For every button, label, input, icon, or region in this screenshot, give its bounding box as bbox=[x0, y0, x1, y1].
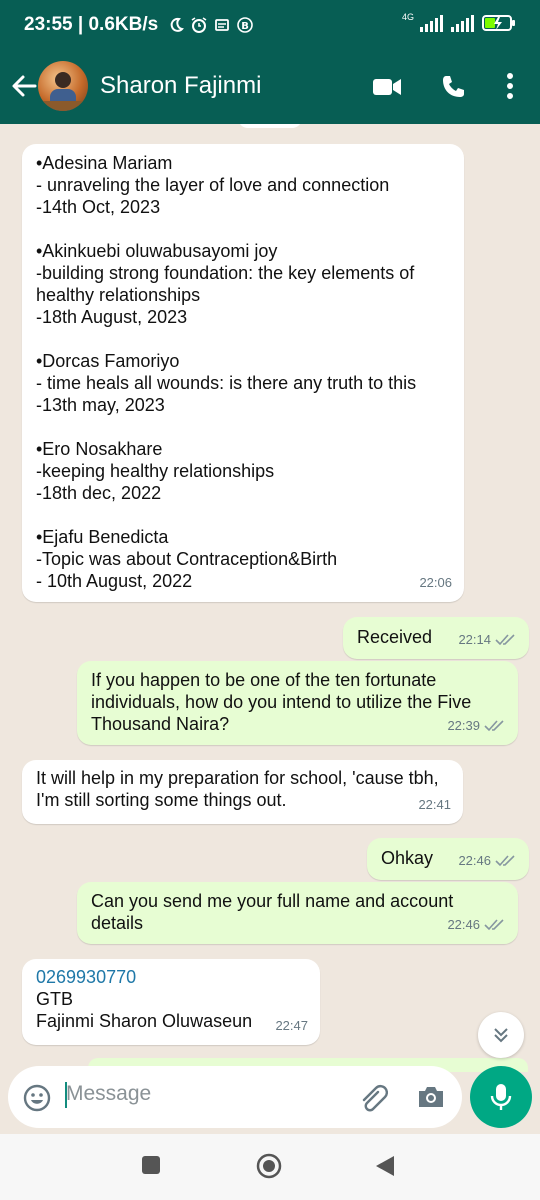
camera-icon[interactable] bbox=[416, 1083, 446, 1111]
message-time: 22:39 bbox=[447, 718, 480, 733]
status-bar: 23:55 | 0.6KB/s B 4G bbox=[0, 0, 540, 52]
status-time-speed: 23:55 | 0.6KB/s bbox=[24, 14, 159, 35]
message-time: 22:46 bbox=[458, 853, 491, 868]
recents-icon[interactable] bbox=[140, 1154, 162, 1176]
read-ticks-icon bbox=[495, 855, 515, 867]
read-ticks-icon bbox=[484, 720, 504, 732]
paperclip-icon[interactable] bbox=[356, 1082, 388, 1114]
message-composer[interactable]: Message bbox=[8, 1066, 462, 1128]
microphone-button[interactable] bbox=[470, 1066, 532, 1128]
message-text: Can you send me your full name and accou… bbox=[91, 891, 459, 933]
bank-name: GTB bbox=[36, 989, 74, 1009]
moon-icon bbox=[170, 17, 185, 32]
outgoing-message[interactable]: Ohkay 22:46 bbox=[367, 838, 529, 880]
emoji-icon[interactable] bbox=[22, 1083, 52, 1113]
incoming-message[interactable]: 0269930770 GTB Fajinmi Sharon Oluwaseun … bbox=[22, 959, 320, 1045]
b-badge-icon: B bbox=[237, 17, 253, 33]
outgoing-message[interactable]: Can you send me your full name and accou… bbox=[77, 882, 518, 944]
more-vert-icon[interactable] bbox=[504, 72, 516, 100]
phone-number-link[interactable]: 0269930770 bbox=[36, 966, 306, 988]
back-nav-icon[interactable] bbox=[374, 1154, 396, 1178]
message-text: •Adesina Mariam - unraveling the layer o… bbox=[36, 153, 417, 591]
battery-icon bbox=[482, 15, 515, 31]
outgoing-message[interactable]: Received 22:14 bbox=[343, 617, 529, 659]
home-icon[interactable] bbox=[255, 1152, 283, 1180]
chevron-double-down-icon bbox=[494, 1028, 508, 1043]
message-time: 22:14 bbox=[458, 632, 491, 647]
account-holder-name: Fajinmi Sharon Oluwaseun bbox=[36, 1011, 253, 1031]
message-time: 22:46 bbox=[447, 917, 480, 932]
contact-name[interactable]: Sharon Fajinmi bbox=[100, 72, 261, 100]
signal-icon bbox=[420, 14, 443, 32]
read-ticks-icon bbox=[495, 634, 515, 646]
video-camera-icon[interactable] bbox=[372, 76, 402, 98]
alarm-icon bbox=[191, 17, 207, 33]
system-navigation-bar bbox=[0, 1134, 540, 1200]
message-text: If you happen to be one of the ten fortu… bbox=[91, 670, 476, 734]
message-time: 22:47 bbox=[275, 1018, 308, 1033]
scroll-to-bottom-button[interactable] bbox=[478, 1012, 524, 1058]
microphone-icon bbox=[490, 1084, 512, 1110]
avatar[interactable] bbox=[38, 61, 88, 111]
svg-text:B: B bbox=[241, 21, 249, 32]
read-ticks-icon bbox=[484, 919, 504, 931]
chat-header: Sharon Fajinmi bbox=[0, 52, 540, 124]
message-time: 22:06 bbox=[419, 575, 452, 590]
signal-icon-2 bbox=[451, 14, 474, 32]
chat-area[interactable]: •Adesina Mariam - unraveling the layer o… bbox=[0, 124, 540, 1134]
incoming-message[interactable]: •Adesina Mariam - unraveling the layer o… bbox=[22, 144, 464, 602]
message-icon bbox=[215, 19, 230, 31]
message-text: It will help in my preparation for schoo… bbox=[36, 768, 444, 810]
incoming-message[interactable]: It will help in my preparation for schoo… bbox=[22, 760, 463, 824]
network-type: 4G bbox=[401, 11, 414, 22]
phone-icon[interactable] bbox=[440, 74, 466, 100]
outgoing-message[interactable]: If you happen to be one of the ten fortu… bbox=[77, 661, 518, 745]
previous-message-edge bbox=[238, 124, 302, 128]
arrow-left-icon[interactable] bbox=[10, 72, 38, 100]
message-input[interactable]: Message bbox=[66, 1082, 151, 1106]
message-time: 22:41 bbox=[418, 797, 451, 812]
